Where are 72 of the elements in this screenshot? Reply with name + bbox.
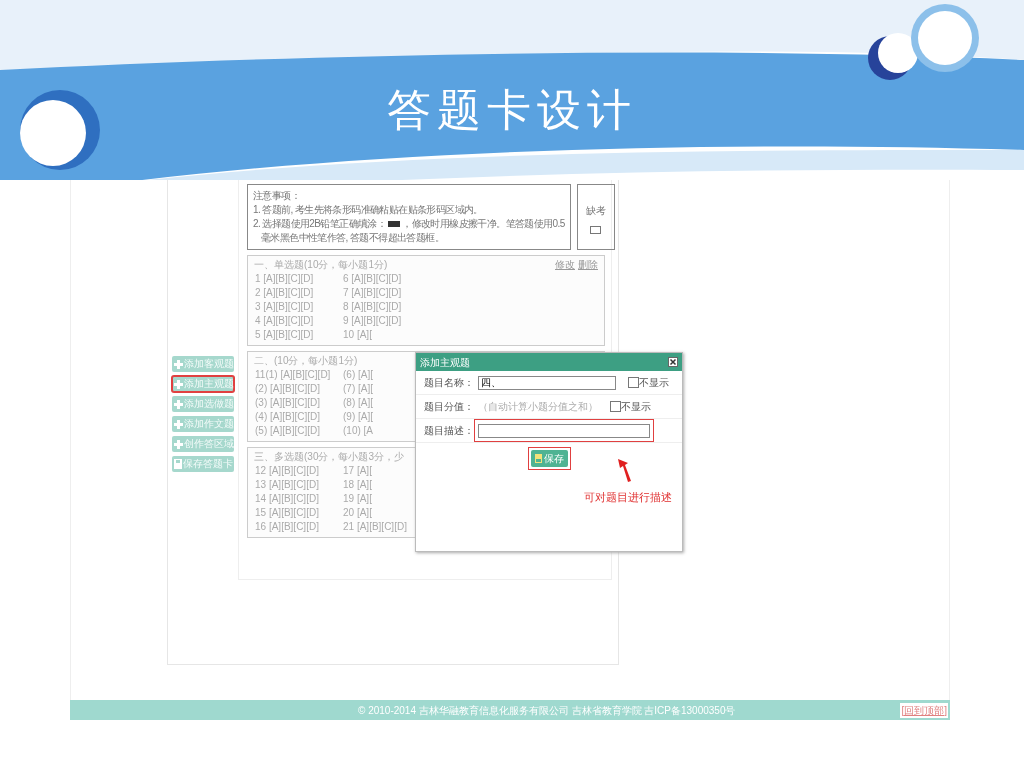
answer-item: 20 [A][ xyxy=(343,506,372,520)
dialog-title: 添加主观题 xyxy=(420,355,470,370)
sidebar-button[interactable]: 添加主观题 xyxy=(172,376,234,392)
copyright-text: © 2010-2014 吉林华融教育信息化服务有限公司 吉林省教育学院 吉ICP备13000350号 xyxy=(358,703,736,718)
answer-item: 21 [A][B][C][D] xyxy=(343,520,407,534)
answer-item: 15 [A][B][C][D] xyxy=(255,506,319,520)
section-title: 三、多选题(30分，每小题3分，少 xyxy=(254,450,404,464)
answer-item: (9) [A][ xyxy=(343,410,373,424)
save-button[interactable]: 保存 xyxy=(530,450,568,467)
answer-item: 13 [A][B][C][D] xyxy=(255,478,319,492)
section-link[interactable]: 删除 xyxy=(578,259,598,270)
plus-icon xyxy=(174,399,183,409)
answer-item: 18 [A][ xyxy=(343,478,372,492)
plus-icon xyxy=(174,439,183,449)
absent-checkbox[interactable] xyxy=(590,226,602,234)
input-field[interactable] xyxy=(478,423,650,438)
answer-item: 11(1) [A][B][C][D] xyxy=(255,368,331,382)
sidebar-button[interactable]: 添加作文题 xyxy=(172,416,234,432)
checkbox-label: 不显示 xyxy=(621,400,651,414)
save-icon xyxy=(174,459,182,469)
back-to-top-link[interactable]: [回到顶部] xyxy=(900,702,948,718)
notes-text: ，修改时用橡皮擦干净。笔答题使用0.5 xyxy=(402,217,565,231)
answer-item: (3) [A][B][C][D] xyxy=(255,396,320,410)
answer-item: 2 [A][B][C][D] xyxy=(255,286,314,300)
field-value: （自动计算小题分值之和） xyxy=(478,401,598,412)
section-link[interactable]: 修改 xyxy=(555,259,575,270)
slide-title: 答题卡设计 xyxy=(386,83,638,137)
sidebar-button[interactable]: 创作答区域 xyxy=(172,436,234,452)
answer-item: (4) [A][B][C][D] xyxy=(255,410,320,424)
notes-text: 1. 答题前, 考生先将条形码准确粘贴在贴条形码区域内。 xyxy=(253,204,483,215)
answer-item: 16 [A][B][C][D] xyxy=(255,520,319,534)
checkbox[interactable] xyxy=(628,377,639,388)
close-icon xyxy=(668,357,678,367)
sidebar-button[interactable]: 添加选做题 xyxy=(172,396,234,412)
answer-item: 5 [A][B][C][D] xyxy=(255,328,314,342)
answer-item: 12 [A][B][C][D] xyxy=(255,464,319,478)
plus-icon xyxy=(174,419,183,429)
answer-item: 10 [A][ xyxy=(343,328,372,342)
answer-item: 3 [A][B][C][D] xyxy=(255,300,314,314)
answer-item: (7) [A][ xyxy=(343,382,373,396)
answer-item: (2) [A][B][C][D] xyxy=(255,382,320,396)
answer-item: (6) [A][ xyxy=(343,368,373,382)
checkbox-label: 不显示 xyxy=(639,376,669,390)
answer-item: (5) [A][B][C][D] xyxy=(255,424,320,438)
filled-mark-icon xyxy=(388,221,401,228)
answer-item: 1 [A][B][C][D] xyxy=(255,272,314,286)
sidebar-button[interactable]: 添加客观题 xyxy=(172,356,234,372)
annotation-text: 可对题目进行描述 xyxy=(584,490,672,505)
notes-text: 毫米黑色中性笔作答, 答题不得超出答题框。 xyxy=(261,231,444,245)
answer-item: 6 [A][B][C][D] xyxy=(343,272,402,286)
answer-item: (8) [A][ xyxy=(343,396,373,410)
answer-item: 14 [A][B][C][D] xyxy=(255,492,319,506)
save-icon xyxy=(534,454,542,463)
answer-item: 9 [A][B][C][D] xyxy=(343,314,402,328)
annotation-arrow xyxy=(616,457,632,483)
plus-icon xyxy=(174,359,183,369)
answer-item: 19 [A][ xyxy=(343,492,372,506)
answer-item: 17 [A][ xyxy=(343,464,372,478)
absent-label: 缺考 xyxy=(585,204,606,218)
answer-item: 8 [A][B][C][D] xyxy=(343,300,402,314)
notes-text: 2. 选择题使用2B铅笔正确填涂： xyxy=(253,218,387,229)
checkbox[interactable] xyxy=(610,401,621,412)
sidebar-button[interactable]: 保存答题卡 xyxy=(172,456,234,472)
notes-heading: 注意事项： xyxy=(253,189,301,203)
field-label: 题目名称： xyxy=(423,376,474,390)
field-label: 题目描述： xyxy=(423,424,474,438)
answer-item: 7 [A][B][C][D] xyxy=(343,286,402,300)
answer-item: 4 [A][B][C][D] xyxy=(255,314,314,328)
input-field[interactable]: 四、 xyxy=(478,375,616,390)
field-label: 题目分值： xyxy=(423,400,474,414)
answer-item: (10) [A xyxy=(343,424,373,438)
plus-icon xyxy=(174,379,183,389)
